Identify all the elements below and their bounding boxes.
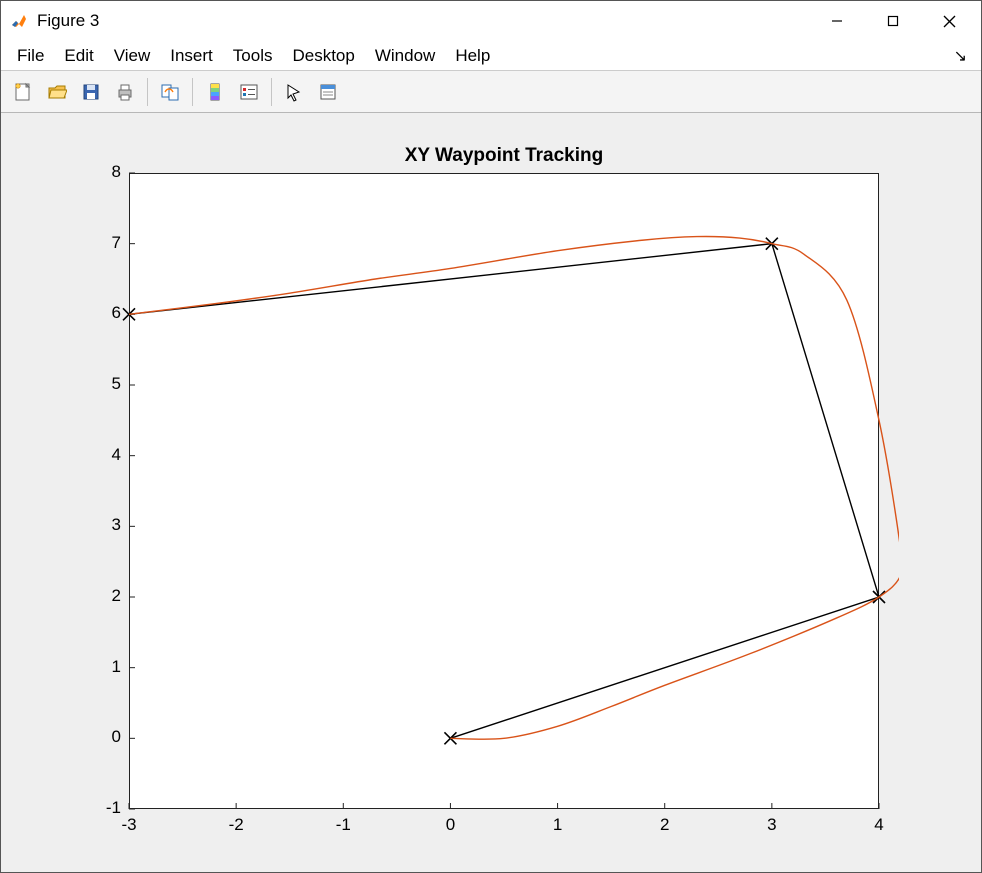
ytick-label: 0 (81, 727, 121, 747)
menu-file[interactable]: File (7, 43, 54, 69)
dock-icon[interactable]: ↘ (954, 46, 975, 66)
new-figure-button[interactable] (7, 76, 39, 108)
menu-edit[interactable]: Edit (54, 43, 103, 69)
ytick-label: 2 (81, 586, 121, 606)
toolbar (1, 71, 981, 113)
titlebar: Figure 3 (1, 1, 981, 41)
waypoint-polyline (129, 244, 879, 739)
menu-help[interactable]: Help (445, 43, 500, 69)
matlab-icon (9, 11, 29, 31)
xtick-label: -2 (216, 815, 256, 835)
ytick-label: -1 (81, 798, 121, 818)
xtick-label: -1 (323, 815, 363, 835)
xtick-label: 3 (752, 815, 792, 835)
insert-colorbar-button[interactable] (199, 76, 231, 108)
menu-insert[interactable]: Insert (160, 43, 223, 69)
xtick-label: -3 (109, 815, 149, 835)
ytick-label: 4 (81, 445, 121, 465)
figure-area: XY Waypoint Tracking-3-2-101234-10123456… (1, 113, 981, 872)
close-button[interactable] (921, 1, 977, 41)
open-button[interactable] (41, 76, 73, 108)
xtick-label: 1 (538, 815, 578, 835)
xtick-label: 2 (645, 815, 685, 835)
menu-desktop[interactable]: Desktop (282, 43, 364, 69)
xtick-label: 0 (430, 815, 470, 835)
menu-view[interactable]: View (104, 43, 161, 69)
property-inspector-button[interactable] (312, 76, 344, 108)
menu-tools[interactable]: Tools (223, 43, 283, 69)
xtick-label: 4 (859, 815, 899, 835)
ytick-label: 3 (81, 515, 121, 535)
link-plot-button[interactable] (154, 76, 186, 108)
menu-window[interactable]: Window (365, 43, 445, 69)
ytick-label: 1 (81, 657, 121, 677)
insert-legend-button[interactable] (233, 76, 265, 108)
window-title: Figure 3 (37, 11, 99, 31)
toolbar-separator (147, 78, 148, 106)
save-button[interactable] (75, 76, 107, 108)
edit-plot-button[interactable] (278, 76, 310, 108)
print-button[interactable] (109, 76, 141, 108)
ytick-label: 7 (81, 233, 121, 253)
tracked-path-curve (129, 236, 899, 739)
toolbar-separator (271, 78, 272, 106)
ytick-label: 8 (81, 162, 121, 182)
ytick-label: 5 (81, 374, 121, 394)
ytick-label: 6 (81, 303, 121, 323)
toolbar-separator (192, 78, 193, 106)
menubar: File Edit View Insert Tools Desktop Wind… (1, 41, 981, 71)
minimize-button[interactable] (809, 1, 865, 41)
figure-window: Figure 3 File Edit View Insert Tools Des… (0, 0, 982, 873)
plot-svg (109, 153, 899, 829)
maximize-button[interactable] (865, 1, 921, 41)
